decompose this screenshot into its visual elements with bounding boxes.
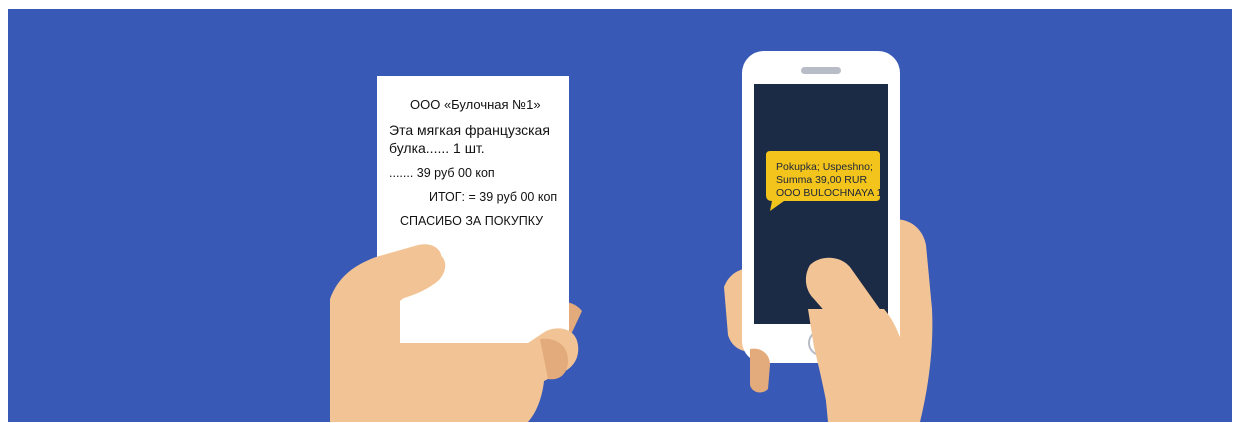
receipt-item-line-1: Эта мягкая французская: [389, 122, 550, 138]
illustration-scene: [330, 51, 933, 422]
receipt-thanks: СПАСИБО ЗА ПОКУПКУ: [400, 214, 544, 228]
sms-line-3: OOO BULOCHNAYA 1: [776, 187, 883, 199]
receipt-total: ИТОГ: = 39 руб 00 коп: [429, 190, 558, 204]
illustration-banner: ООО «Булочная №1» Эта мягкая французская…: [8, 9, 1232, 422]
sms-line-2: Summa 39,00 RUR: [776, 174, 868, 186]
receipt-price: ....... 39 руб 00 коп: [389, 166, 495, 180]
phone-speaker: [801, 67, 841, 74]
sms-message: Pokupka; Uspeshno; Summa 39,00 RUR OOO B…: [776, 161, 888, 200]
receipt-company-name: ООО «Булочная №1»: [410, 97, 541, 112]
sms-line-1: Pokupka; Uspeshno;: [776, 161, 873, 173]
receipt-item-line-2: булка...... 1 шт.: [389, 140, 485, 156]
right-hand-lower-finger: [750, 348, 770, 393]
receipt-paper: [377, 76, 569, 343]
